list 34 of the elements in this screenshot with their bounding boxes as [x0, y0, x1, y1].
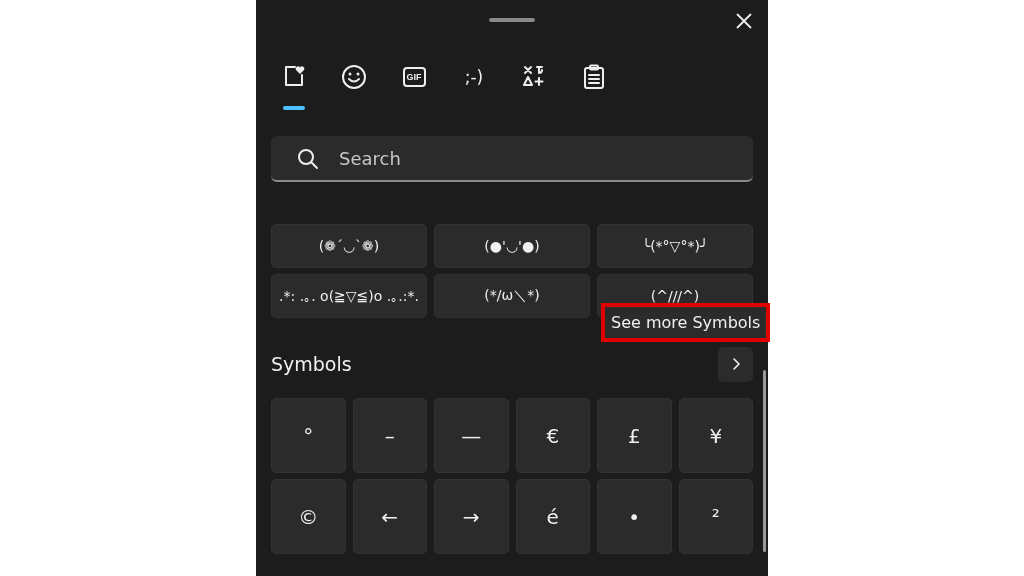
search-field[interactable]: Search	[271, 136, 753, 182]
symbol-button[interactable]: ←	[352, 479, 427, 554]
symbol-button[interactable]: ²	[678, 479, 753, 554]
tooltip: See more Symbols	[601, 303, 771, 342]
symbols-icon	[522, 64, 546, 88]
kaomoji-button[interactable]: (●'◡'●)	[434, 224, 590, 268]
close-icon	[736, 13, 752, 29]
symbol-button[interactable]: °	[271, 398, 346, 473]
see-more-button[interactable]	[718, 346, 753, 382]
symbol-button[interactable]: £	[597, 398, 672, 473]
smiley-icon	[341, 64, 367, 90]
kaomoji-button[interactable]: (❁´◡`❁)	[271, 224, 427, 268]
symbol-button[interactable]: —	[434, 398, 509, 473]
symbol-button[interactable]: →	[434, 479, 509, 554]
symbol-button[interactable]: €	[515, 398, 590, 473]
symbol-button[interactable]: ¥	[678, 398, 753, 473]
symbol-button[interactable]: é	[515, 479, 590, 554]
symbol-button[interactable]: •	[597, 479, 672, 554]
symbol-button[interactable]: ©	[271, 479, 346, 554]
heart-box-icon	[282, 64, 306, 88]
drag-handle[interactable]	[489, 18, 535, 22]
kaomoji-tab-label: ;-)	[464, 66, 484, 89]
chevron-right-icon	[730, 357, 741, 371]
symbol-button[interactable]: –	[352, 398, 427, 473]
kaomoji-button[interactable]: (*/ω＼*)	[434, 274, 590, 318]
category-tab[interactable]: ;-)	[451, 56, 497, 112]
gif-icon: GIF	[402, 67, 426, 87]
section-title: Symbols	[271, 353, 352, 375]
category-tab[interactable]: GIF	[391, 56, 437, 112]
clipboard-icon	[583, 64, 605, 90]
search-icon	[297, 148, 319, 170]
kaomoji-button[interactable]: ╰(*°▽°*)╯	[597, 224, 753, 268]
scrollbar[interactable]	[763, 370, 766, 552]
kaomoji-button[interactable]: .*: .｡. o(≧▽≦)o .｡.:*.	[271, 274, 427, 318]
